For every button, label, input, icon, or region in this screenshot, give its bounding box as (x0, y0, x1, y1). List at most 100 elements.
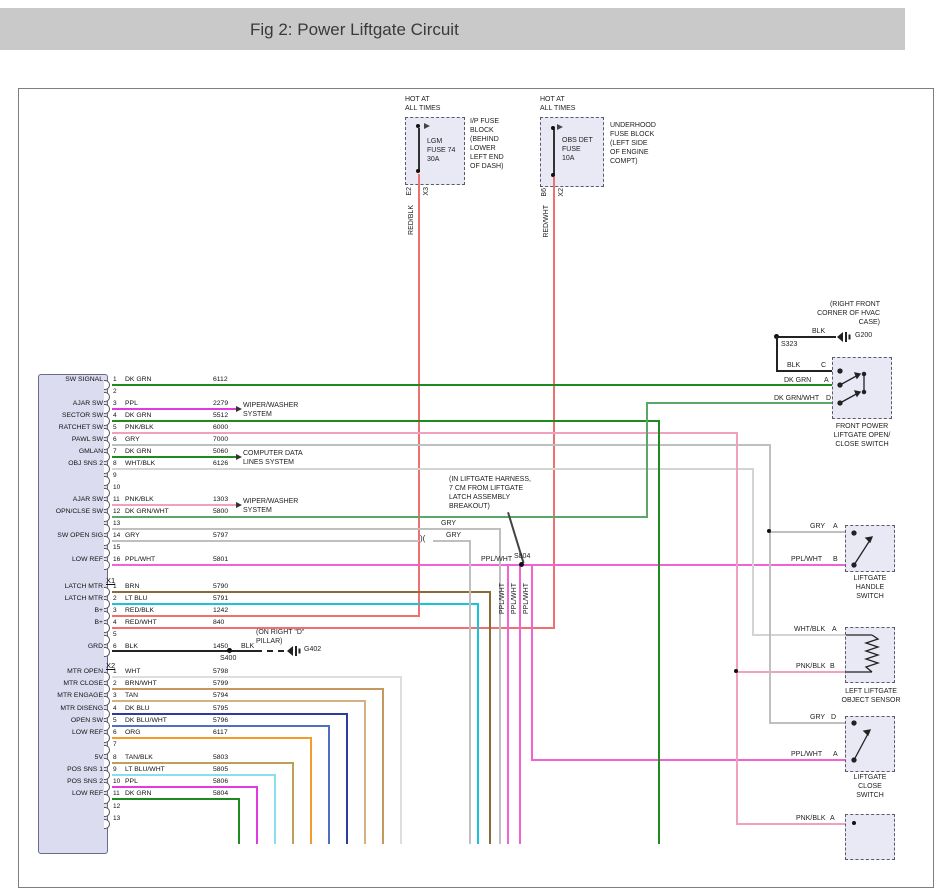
wire-color-label: BLK (241, 643, 254, 652)
text-line: COMPUTER DATA (243, 450, 303, 459)
text-line: (IN LIFTGATE HARNESS, (449, 476, 531, 485)
wire-color-label: DK GRN (125, 376, 151, 383)
pin-function: AJAR SW (40, 400, 103, 407)
pin-number: 11 (113, 790, 120, 797)
wire-color-label: BLK (787, 362, 800, 371)
wire-color-label: RED/WHT (543, 205, 550, 238)
pin-number: 3 (113, 692, 117, 699)
fuse-feed-arrow-icon (424, 123, 430, 129)
pin-number: 4 (113, 705, 117, 712)
wiper-washer-system-label: WIPER/WASHERSYSTEM (243, 498, 298, 516)
pin-function: SW OPEN SIG (40, 532, 103, 539)
wire-dk-grn-5804 (112, 798, 240, 800)
switch-symbol (834, 360, 890, 416)
pin-function: GMLAN (40, 448, 103, 455)
pin-function: AJAR SW (40, 496, 103, 503)
pin-letter: A (830, 815, 835, 824)
text-line: (LEFT SIDE (610, 140, 656, 149)
wire-dk-grn-5512 (112, 420, 660, 422)
fuse-location-label: I/P FUSEBLOCK(BEHINDLOWERLEFT ENDOF DASH… (470, 118, 504, 172)
pin-number: 7 (113, 448, 117, 455)
wire-dk-grn-wht-vert (646, 402, 648, 518)
arrowhead-icon (236, 406, 242, 412)
wire-color-label: WHT (125, 668, 140, 675)
pin-function: GRD (40, 643, 103, 650)
splice-label: S804 (514, 553, 530, 562)
junction-dot (767, 529, 771, 533)
ground-id-label: G200 (855, 332, 872, 341)
pin-function: LOW REF (40, 729, 103, 736)
wire-red-blk-vertical (418, 174, 420, 617)
text-line: LEFT END (470, 154, 504, 163)
circuit-number: 6117 (213, 729, 228, 736)
wire-color-label: WHT/BLK (794, 626, 825, 635)
text-line: FUSE (562, 146, 593, 155)
text-line: CASE) (776, 319, 880, 328)
wire-dk-grn-5512-vert (658, 420, 660, 844)
pin-letter: A (824, 377, 829, 386)
wire-color-label: RED/BLK (125, 607, 154, 614)
text-line: ALL TIMES (540, 105, 575, 114)
wire-color-label: GRY (441, 520, 456, 529)
wire-color-label: PPL (125, 778, 138, 785)
text-line: LGM (427, 138, 455, 147)
wire-pnk-blk-to-bottom-a (737, 823, 845, 825)
wire-blk-dashed (256, 650, 284, 652)
wire-color-label: TAN/BLK (125, 754, 153, 761)
circuit-number: 5798 (213, 668, 228, 675)
pin-number: 14 (113, 532, 120, 539)
splice-dot (519, 562, 524, 567)
text-line: LEFT LIFTGATE (834, 688, 908, 697)
text-line: SYSTEM (243, 507, 298, 516)
text-line: OF ENGINE (610, 149, 656, 158)
circuit-number: 840 (213, 619, 224, 626)
wire-pnk-blk-1303 (112, 504, 236, 506)
junction-dot (734, 669, 738, 673)
text-line: (RIGHT FRONT (776, 301, 880, 310)
pin-function: RATCHET SW (40, 424, 103, 431)
pin-number: 16 (113, 556, 120, 563)
wire-ppl-wht-vert-2 (519, 564, 521, 844)
wire-color-label: DK GRN/WHT (125, 508, 169, 515)
text-line: FUSE 74 (427, 147, 455, 156)
circuit-number: 5797 (213, 532, 228, 539)
pin-number: 10 (113, 778, 120, 785)
wire-brn-wht-5799 (112, 688, 384, 690)
text-line: FUSE BLOCK (610, 131, 656, 140)
circuit-number: 5800 (213, 508, 228, 515)
wire-pnk-blk-to-sensor-b (737, 671, 845, 673)
pin-number: 15 (113, 544, 120, 551)
text-line: OBS DET (562, 137, 593, 146)
text-line: OBJECT SENSOR (834, 697, 908, 706)
wire-ppl-wht-vert-3 (531, 564, 533, 761)
splice-label: S400 (220, 655, 236, 664)
fuse-feed-arrow-icon (557, 124, 563, 130)
text-line: ALL TIMES (405, 105, 440, 114)
text-line: CLOSE (843, 783, 897, 792)
splice-dot (227, 648, 232, 653)
computer-data-lines-label: COMPUTER DATALINES SYSTEM (243, 450, 303, 468)
circuit-number: 6000 (213, 424, 228, 431)
wire-color-label: DK GRN (125, 412, 151, 419)
text-line: FRONT POWER (824, 423, 900, 432)
pin-number: 2 (113, 595, 117, 602)
pin-number: 6 (113, 729, 117, 736)
wire-color-label: GRY (125, 436, 140, 443)
wire-color-label: GRY (446, 532, 461, 541)
wire-color-label: GRY (810, 714, 825, 723)
component-caption: LIFTGATEHANDLESWITCH (843, 575, 897, 602)
pin-number: 5 (113, 424, 117, 431)
pin-number: 2 (113, 680, 117, 687)
wire-color-label: PPL/WHT (481, 556, 512, 565)
pin-number: 12 (113, 803, 120, 810)
wire-blk-to-ground (777, 336, 836, 338)
pin-number: 11 (113, 496, 120, 503)
text-line: CLOSE SWITCH (824, 441, 900, 450)
wire-color-label: PPL/WHT (791, 556, 822, 565)
wire-ppl-wht-vert-1 (507, 564, 509, 844)
wire-dk-blu-vert (346, 713, 348, 844)
pin-number: 8 (113, 754, 117, 761)
component-caption: LEFT LIFTGATEOBJECT SENSOR (834, 688, 908, 706)
contact-dot (852, 821, 856, 825)
fuse-connector-label: X3 (423, 187, 430, 196)
